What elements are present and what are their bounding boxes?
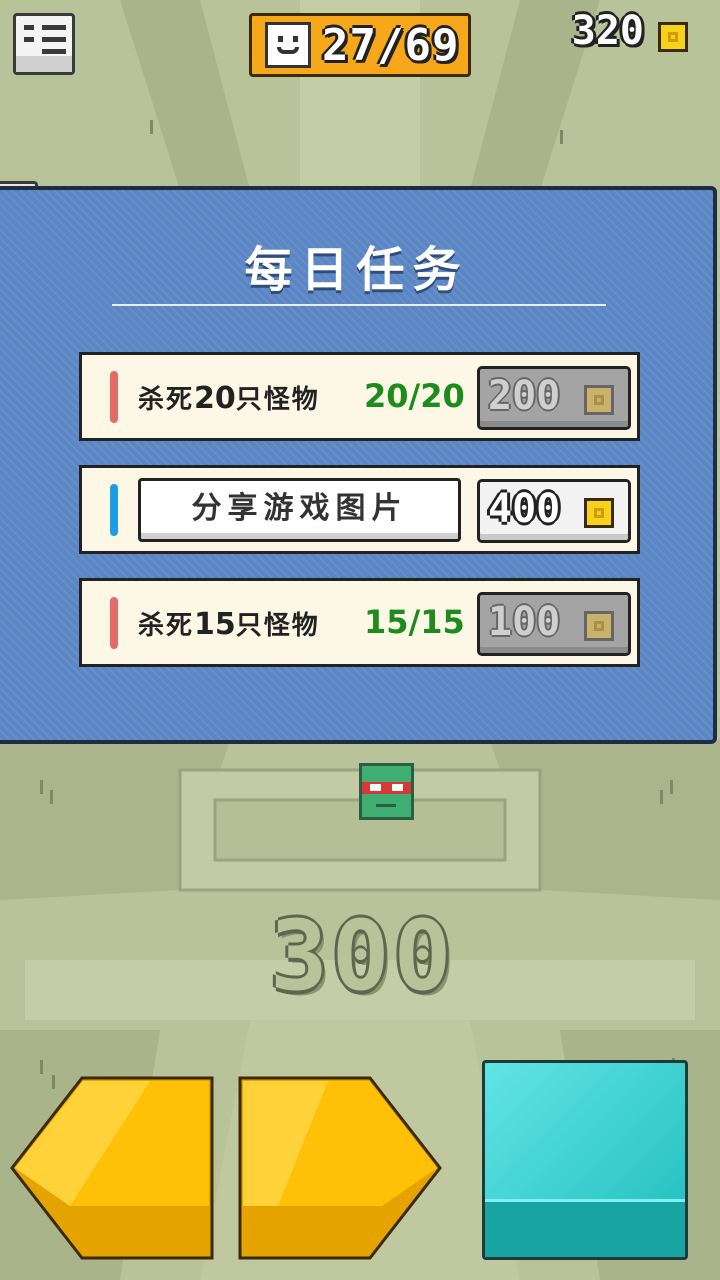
task-progress: 20/20 bbox=[364, 377, 465, 415]
character-eye-left bbox=[370, 784, 381, 791]
task-label: 杀死20只怪物 bbox=[138, 379, 320, 416]
task-label: 杀死15只怪物 bbox=[138, 605, 320, 642]
face-eye-right bbox=[293, 36, 298, 42]
task-row-kill-15: 杀死15只怪物 15/15 100 bbox=[79, 578, 640, 667]
face-eye-left bbox=[278, 36, 283, 42]
reward-amount: 400 bbox=[488, 486, 561, 532]
face-mouth bbox=[277, 47, 299, 54]
task-label-verb: 杀死 bbox=[138, 611, 195, 641]
task-label-object: 只怪物 bbox=[235, 385, 320, 415]
task-status-marker bbox=[110, 484, 118, 536]
reward-amount: 200 bbox=[488, 373, 561, 419]
menu-line-2 bbox=[42, 37, 66, 42]
task-row-kill-20: 杀死20只怪物 20/20 200 bbox=[79, 352, 640, 441]
coin-icon bbox=[584, 385, 614, 415]
reward-button-100[interactable]: 100 bbox=[477, 592, 631, 656]
reward-button-400[interactable]: 400 bbox=[477, 479, 631, 543]
character-collection-counter[interactable]: 27/69 bbox=[249, 13, 471, 77]
collection-count: 27/69 bbox=[322, 20, 460, 71]
menu-button-shade bbox=[16, 56, 72, 72]
coin-icon bbox=[584, 611, 614, 641]
score-display: 300 bbox=[270, 900, 456, 1012]
character-eye-right bbox=[392, 784, 403, 791]
menu-plus-icon bbox=[24, 37, 34, 42]
task-row-share: 分享游戏图片 400 bbox=[79, 465, 640, 554]
task-label-number: 20 bbox=[194, 381, 236, 416]
task-status-marker bbox=[110, 371, 118, 423]
coin-icon bbox=[584, 498, 614, 528]
dialog-title: 每日任务 bbox=[244, 242, 469, 298]
character-face-icon bbox=[265, 22, 311, 68]
task-progress: 15/15 bbox=[364, 603, 465, 641]
share-game-image-button[interactable]: 分享游戏图片 bbox=[138, 478, 461, 542]
move-left-button[interactable] bbox=[10, 1076, 215, 1260]
task-label-number: 15 bbox=[194, 607, 236, 642]
title-divider bbox=[112, 304, 606, 306]
task-label-object: 只怪物 bbox=[235, 611, 320, 641]
menu-button[interactable] bbox=[13, 13, 75, 75]
daily-tasks-dialog: 每日任务 杀死20只怪物 20/20 200 分享游戏图片 400 杀死15只怪… bbox=[0, 186, 717, 744]
coin-total: 320 bbox=[571, 8, 644, 54]
menu-list-icon bbox=[24, 25, 34, 30]
coin-icon bbox=[658, 22, 688, 52]
jump-button[interactable] bbox=[482, 1060, 688, 1260]
reward-button-200[interactable]: 200 bbox=[477, 366, 631, 430]
menu-line-1 bbox=[42, 25, 66, 30]
reward-amount: 100 bbox=[488, 599, 561, 645]
task-status-marker bbox=[110, 597, 118, 649]
task-label-verb: 杀死 bbox=[138, 385, 195, 415]
character-mouth bbox=[376, 804, 396, 807]
player-character bbox=[359, 763, 414, 820]
move-right-button[interactable] bbox=[238, 1076, 443, 1260]
jump-button-shade bbox=[485, 1199, 685, 1257]
menu-line-3 bbox=[42, 49, 66, 54]
